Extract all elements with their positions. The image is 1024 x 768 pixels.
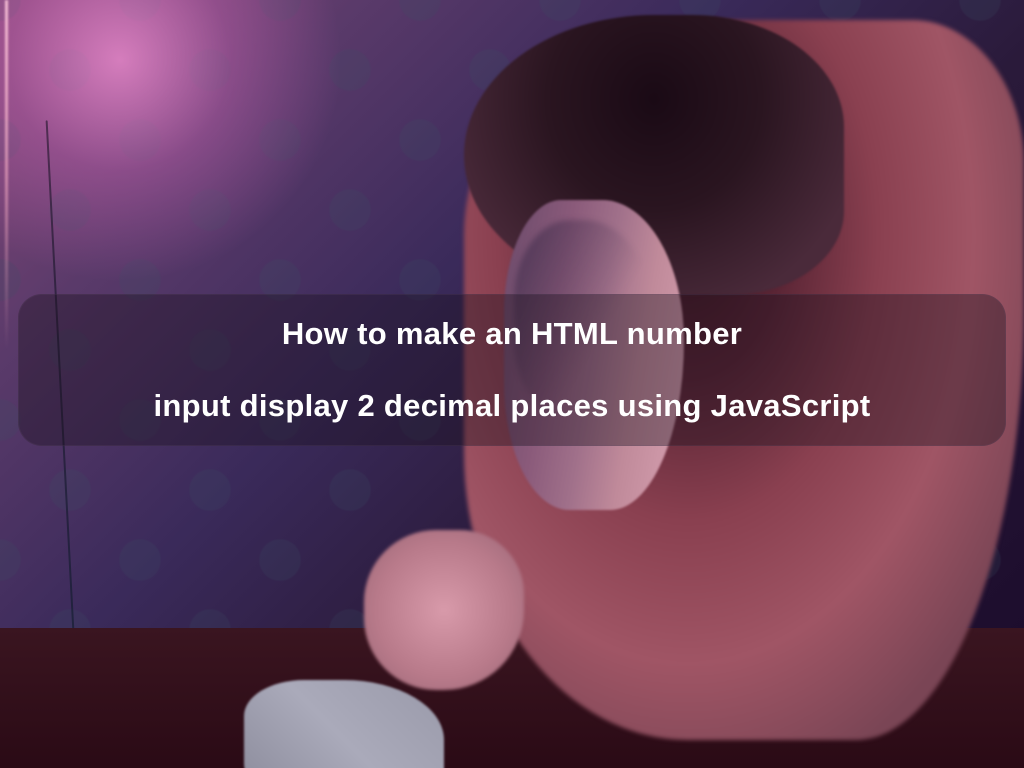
title-line-2: input display 2 decimal places using Jav… xyxy=(153,386,870,426)
title-line-1: How to make an HTML number xyxy=(282,314,742,354)
title-overlay: How to make an HTML number input display… xyxy=(18,294,1006,446)
light-streak xyxy=(5,0,8,350)
background-image: How to make an HTML number input display… xyxy=(0,0,1024,768)
sleeve-shape xyxy=(244,680,444,768)
hand-shape xyxy=(364,530,524,690)
